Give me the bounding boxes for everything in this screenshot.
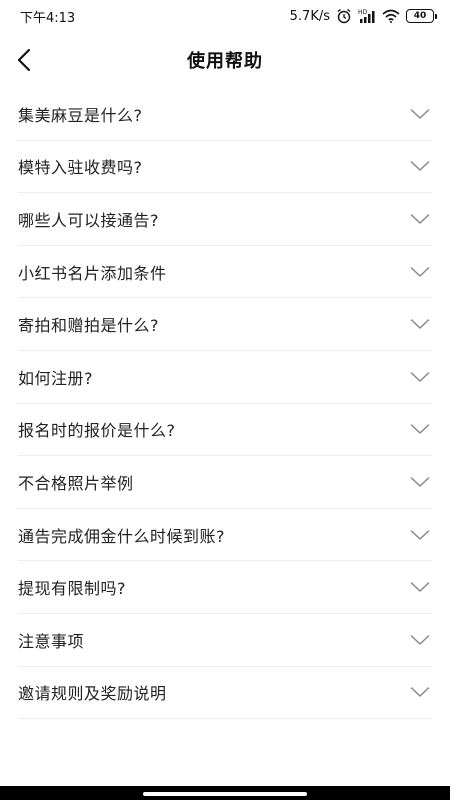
faq-item-label: 小红书名片添加条件	[18, 263, 167, 283]
battery-level: 40	[413, 11, 427, 21]
faq-item[interactable]: 提现有限制吗?	[18, 561, 432, 614]
chevron-left-icon	[17, 48, 31, 72]
svg-text:HD: HD	[358, 9, 368, 16]
faq-item[interactable]: 如何注册?	[18, 351, 432, 404]
home-indicator-bar	[0, 786, 450, 800]
faq-item[interactable]: 通告完成佣金什么时候到账?	[18, 509, 432, 562]
wifi-icon	[382, 9, 400, 23]
chevron-down-icon	[410, 687, 430, 698]
chevron-down-icon	[410, 582, 430, 592]
alarm-icon	[336, 8, 352, 24]
faq-item-label: 集美麻豆是什么?	[18, 105, 143, 125]
faq-item-label: 提现有限制吗?	[18, 579, 126, 599]
chevron-down-icon	[410, 161, 430, 172]
faq-item[interactable]: 寄拍和赠拍是什么?	[18, 298, 432, 351]
faq-item-label: 模特入驻收费吗?	[18, 158, 143, 178]
faq-item[interactable]: 邀请规则及奖励说明	[18, 667, 432, 720]
faq-item[interactable]: 不合格照片举例	[18, 456, 432, 509]
faq-item-label: 报名时的报价是什么?	[18, 421, 176, 441]
chevron-down-icon	[410, 372, 430, 382]
chevron-down-icon	[410, 214, 430, 224]
nav-bar: 使用帮助	[0, 32, 450, 88]
faq-item-label: 注意事项	[18, 631, 85, 651]
chevron-down-icon	[410, 634, 430, 645]
chevron-down-icon	[410, 424, 430, 435]
back-button[interactable]	[10, 46, 38, 74]
faq-item[interactable]: 注意事项	[18, 614, 432, 667]
faq-item-label: 如何注册?	[18, 368, 93, 388]
battery-icon: 40	[406, 9, 437, 23]
chevron-down-icon	[410, 529, 430, 540]
network-speed: 5.7K/s	[289, 8, 330, 24]
home-gesture-handle[interactable]	[143, 792, 307, 796]
chevron-down-icon	[410, 109, 430, 119]
faq-item-label: 寄拍和赠拍是什么?	[18, 316, 159, 336]
chevron-down-icon	[410, 266, 430, 277]
faq-item-label: 不合格照片举例	[18, 473, 134, 493]
faq-item[interactable]: 模特入驻收费吗?	[18, 141, 432, 194]
status-bar: 下午4:13 5.7K/s HD 40	[0, 0, 450, 32]
faq-item[interactable]: 集美麻豆是什么?	[18, 88, 432, 141]
chevron-down-icon	[410, 319, 430, 329]
faq-list: 集美麻豆是什么? 模特入驻收费吗? 哪些人可以接通告? 小红书名片添加条件 寄拍…	[18, 88, 432, 720]
status-time: 下午4:13	[20, 10, 76, 26]
page-title: 使用帮助	[187, 51, 263, 72]
status-icons: 5.7K/s HD 40	[289, 8, 437, 24]
chevron-down-icon	[410, 477, 430, 487]
faq-item-label: 哪些人可以接通告?	[18, 210, 159, 230]
hd-signal-icon: HD	[358, 8, 376, 24]
faq-item-label: 通告完成佣金什么时候到账?	[18, 526, 225, 546]
faq-item-label: 邀请规则及奖励说明	[18, 684, 167, 704]
faq-item[interactable]: 小红书名片添加条件	[18, 246, 432, 299]
faq-item[interactable]: 哪些人可以接通告?	[18, 193, 432, 246]
faq-item[interactable]: 报名时的报价是什么?	[18, 404, 432, 457]
